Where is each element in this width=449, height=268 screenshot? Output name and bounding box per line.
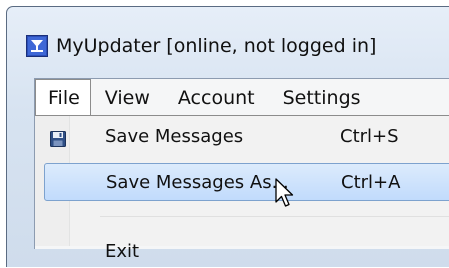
menu-item-save-messages[interactable]: Save Messages Ctrl+S xyxy=(40,119,449,153)
window-title: MyUpdater [online, not logged in] xyxy=(56,35,377,57)
mouse-pointer-icon xyxy=(275,178,294,207)
title-bar: MyUpdater [online, not logged in] xyxy=(26,28,376,64)
menu-item-shortcut: Ctrl+S xyxy=(340,125,399,147)
menu-view[interactable]: View xyxy=(91,79,164,116)
menu-file[interactable]: File xyxy=(35,79,91,116)
menu-item-save-messages-as[interactable]: Save Messages As... Ctrl+A xyxy=(44,163,449,201)
menu-item-shortcut: Ctrl+A xyxy=(341,171,401,193)
menu-settings[interactable]: Settings xyxy=(269,79,375,116)
app-logo-icon xyxy=(26,35,48,57)
menu-item-label: Save Messages xyxy=(105,125,244,147)
menu-item-label: Exit xyxy=(105,240,140,262)
menu-account[interactable]: Account xyxy=(164,79,269,116)
menu-item-label: Save Messages As... xyxy=(106,171,289,193)
menu-item-exit[interactable]: Exit xyxy=(40,234,449,268)
menu-bar: File View Account Settings xyxy=(35,79,449,116)
menu-separator xyxy=(100,216,449,217)
